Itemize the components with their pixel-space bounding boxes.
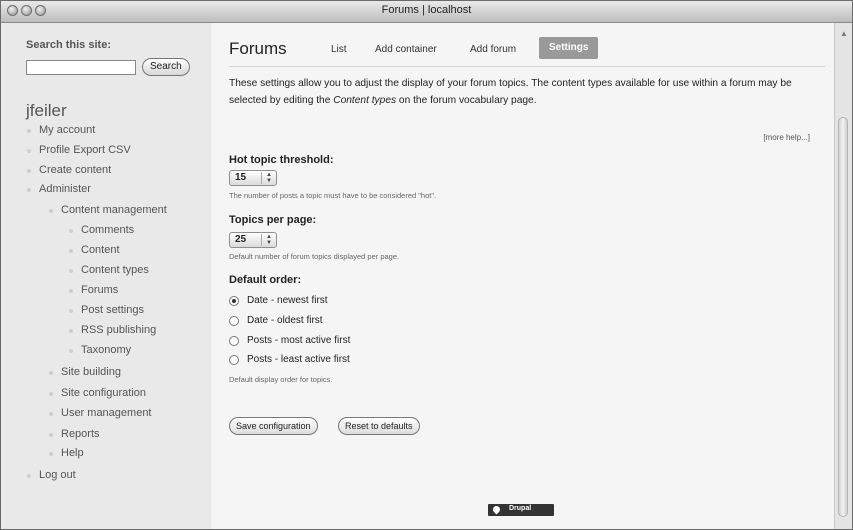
tab-settings[interactable]: Settings bbox=[539, 37, 599, 59]
hot-topic-help: The number of posts a topic must have to… bbox=[229, 191, 437, 200]
bullet-icon bbox=[49, 452, 53, 456]
bullet-icon bbox=[49, 371, 53, 375]
bullet-icon bbox=[27, 149, 31, 153]
scroll-up-arrow-icon[interactable]: ▲ bbox=[840, 29, 848, 38]
sidebar-item-forums[interactable]: Forums bbox=[69, 284, 118, 296]
bullet-icon bbox=[69, 289, 73, 293]
sidebar-item-site-building[interactable]: Site building bbox=[49, 366, 121, 378]
radio-checked-icon[interactable] bbox=[229, 296, 239, 306]
hot-topic-select[interactable]: 15 ▲ ▼ bbox=[229, 170, 277, 186]
bullet-icon bbox=[27, 129, 31, 133]
main-panel: Forums List Add container Add forum Sett… bbox=[212, 23, 834, 529]
radio-icon[interactable] bbox=[229, 336, 239, 346]
sidebar-item-rss-publishing[interactable]: RSS publishing bbox=[69, 324, 156, 336]
sidebar-item-content-management[interactable]: Content management bbox=[49, 204, 167, 216]
page-title: Forums bbox=[229, 39, 287, 58]
tab-add-forum[interactable]: Add forum bbox=[470, 44, 516, 55]
bullet-icon bbox=[27, 474, 31, 478]
save-configuration-button[interactable]: Save configuration bbox=[229, 417, 318, 435]
hot-topic-label: Hot topic threshold: bbox=[229, 154, 334, 166]
bullet-icon bbox=[69, 229, 73, 233]
search-button[interactable]: Search bbox=[142, 58, 190, 76]
bullet-icon bbox=[27, 188, 31, 192]
bullet-icon bbox=[69, 329, 73, 333]
radio-icon[interactable] bbox=[229, 316, 239, 326]
tab-list[interactable]: List bbox=[331, 44, 347, 55]
window-title: Forums | localhost bbox=[381, 4, 472, 16]
header-divider bbox=[229, 66, 825, 67]
bullet-icon bbox=[69, 249, 73, 253]
select-arrows-icon: ▲ ▼ bbox=[261, 234, 272, 246]
sidebar-item-taxonomy[interactable]: Taxonomy bbox=[69, 344, 131, 356]
topics-per-page-select[interactable]: 25 ▲ ▼ bbox=[229, 232, 277, 248]
bullet-icon bbox=[69, 349, 73, 353]
bullet-icon bbox=[49, 209, 53, 213]
page-content: Search this site: Search jfeiler My acco… bbox=[1, 23, 852, 529]
username-heading: jfeiler bbox=[26, 101, 67, 120]
bullet-icon bbox=[27, 169, 31, 173]
vertical-scrollbar[interactable]: ▲ bbox=[834, 23, 852, 529]
drupal-badge[interactable]: Drupal bbox=[488, 504, 554, 516]
title-bar: Forums | localhost bbox=[1, 1, 852, 23]
select-arrows-icon: ▲ ▼ bbox=[261, 172, 272, 184]
tab-add-container[interactable]: Add container bbox=[375, 44, 437, 55]
reset-to-defaults-button[interactable]: Reset to defaults bbox=[338, 417, 420, 435]
sidebar-item-comments[interactable]: Comments bbox=[69, 224, 134, 236]
topics-per-page-help: Default number of forum topics displayed… bbox=[229, 252, 400, 261]
bullet-icon bbox=[49, 392, 53, 396]
sidebar-item-post-settings[interactable]: Post settings bbox=[69, 304, 144, 316]
drupal-drop-icon bbox=[491, 504, 502, 515]
sidebar-item-content[interactable]: Content bbox=[69, 244, 120, 256]
intro-text: These settings allow you to adjust the d… bbox=[229, 78, 792, 106]
default-order-help: Default display order for topics. bbox=[229, 375, 333, 384]
sidebar-item-user-management[interactable]: User management bbox=[49, 407, 152, 419]
search-title: Search this site: bbox=[26, 39, 111, 51]
sidebar-item-my-account[interactable]: My account bbox=[27, 124, 95, 136]
sidebar-item-content-types[interactable]: Content types bbox=[69, 264, 149, 276]
sidebar-item-log-out[interactable]: Log out bbox=[27, 469, 76, 481]
sidebar-item-site-configuration[interactable]: Site configuration bbox=[49, 387, 146, 399]
bullet-icon bbox=[69, 269, 73, 273]
more-help-link[interactable]: [more help...] bbox=[763, 133, 810, 142]
content-types-emphasis: Content types bbox=[333, 95, 397, 106]
sidebar-item-reports[interactable]: Reports bbox=[49, 428, 100, 440]
bullet-icon bbox=[49, 433, 53, 437]
sidebar: Search this site: Search jfeiler My acco… bbox=[1, 23, 211, 529]
topics-per-page-label: Topics per page: bbox=[229, 214, 317, 226]
search-input[interactable] bbox=[26, 60, 136, 75]
sidebar-item-profile-export-csv[interactable]: Profile Export CSV bbox=[27, 144, 131, 156]
default-order-label: Default order: bbox=[229, 274, 302, 286]
radio-icon[interactable] bbox=[229, 355, 239, 365]
sidebar-item-help[interactable]: Help bbox=[49, 447, 84, 459]
scrollbar-thumb[interactable] bbox=[838, 117, 848, 517]
sidebar-item-administer[interactable]: Administer bbox=[27, 183, 91, 195]
bullet-icon bbox=[69, 309, 73, 313]
bullet-icon bbox=[49, 412, 53, 416]
sidebar-item-create-content[interactable]: Create content bbox=[27, 164, 111, 176]
browser-window: Forums | localhost Search this site: Sea… bbox=[0, 0, 853, 530]
